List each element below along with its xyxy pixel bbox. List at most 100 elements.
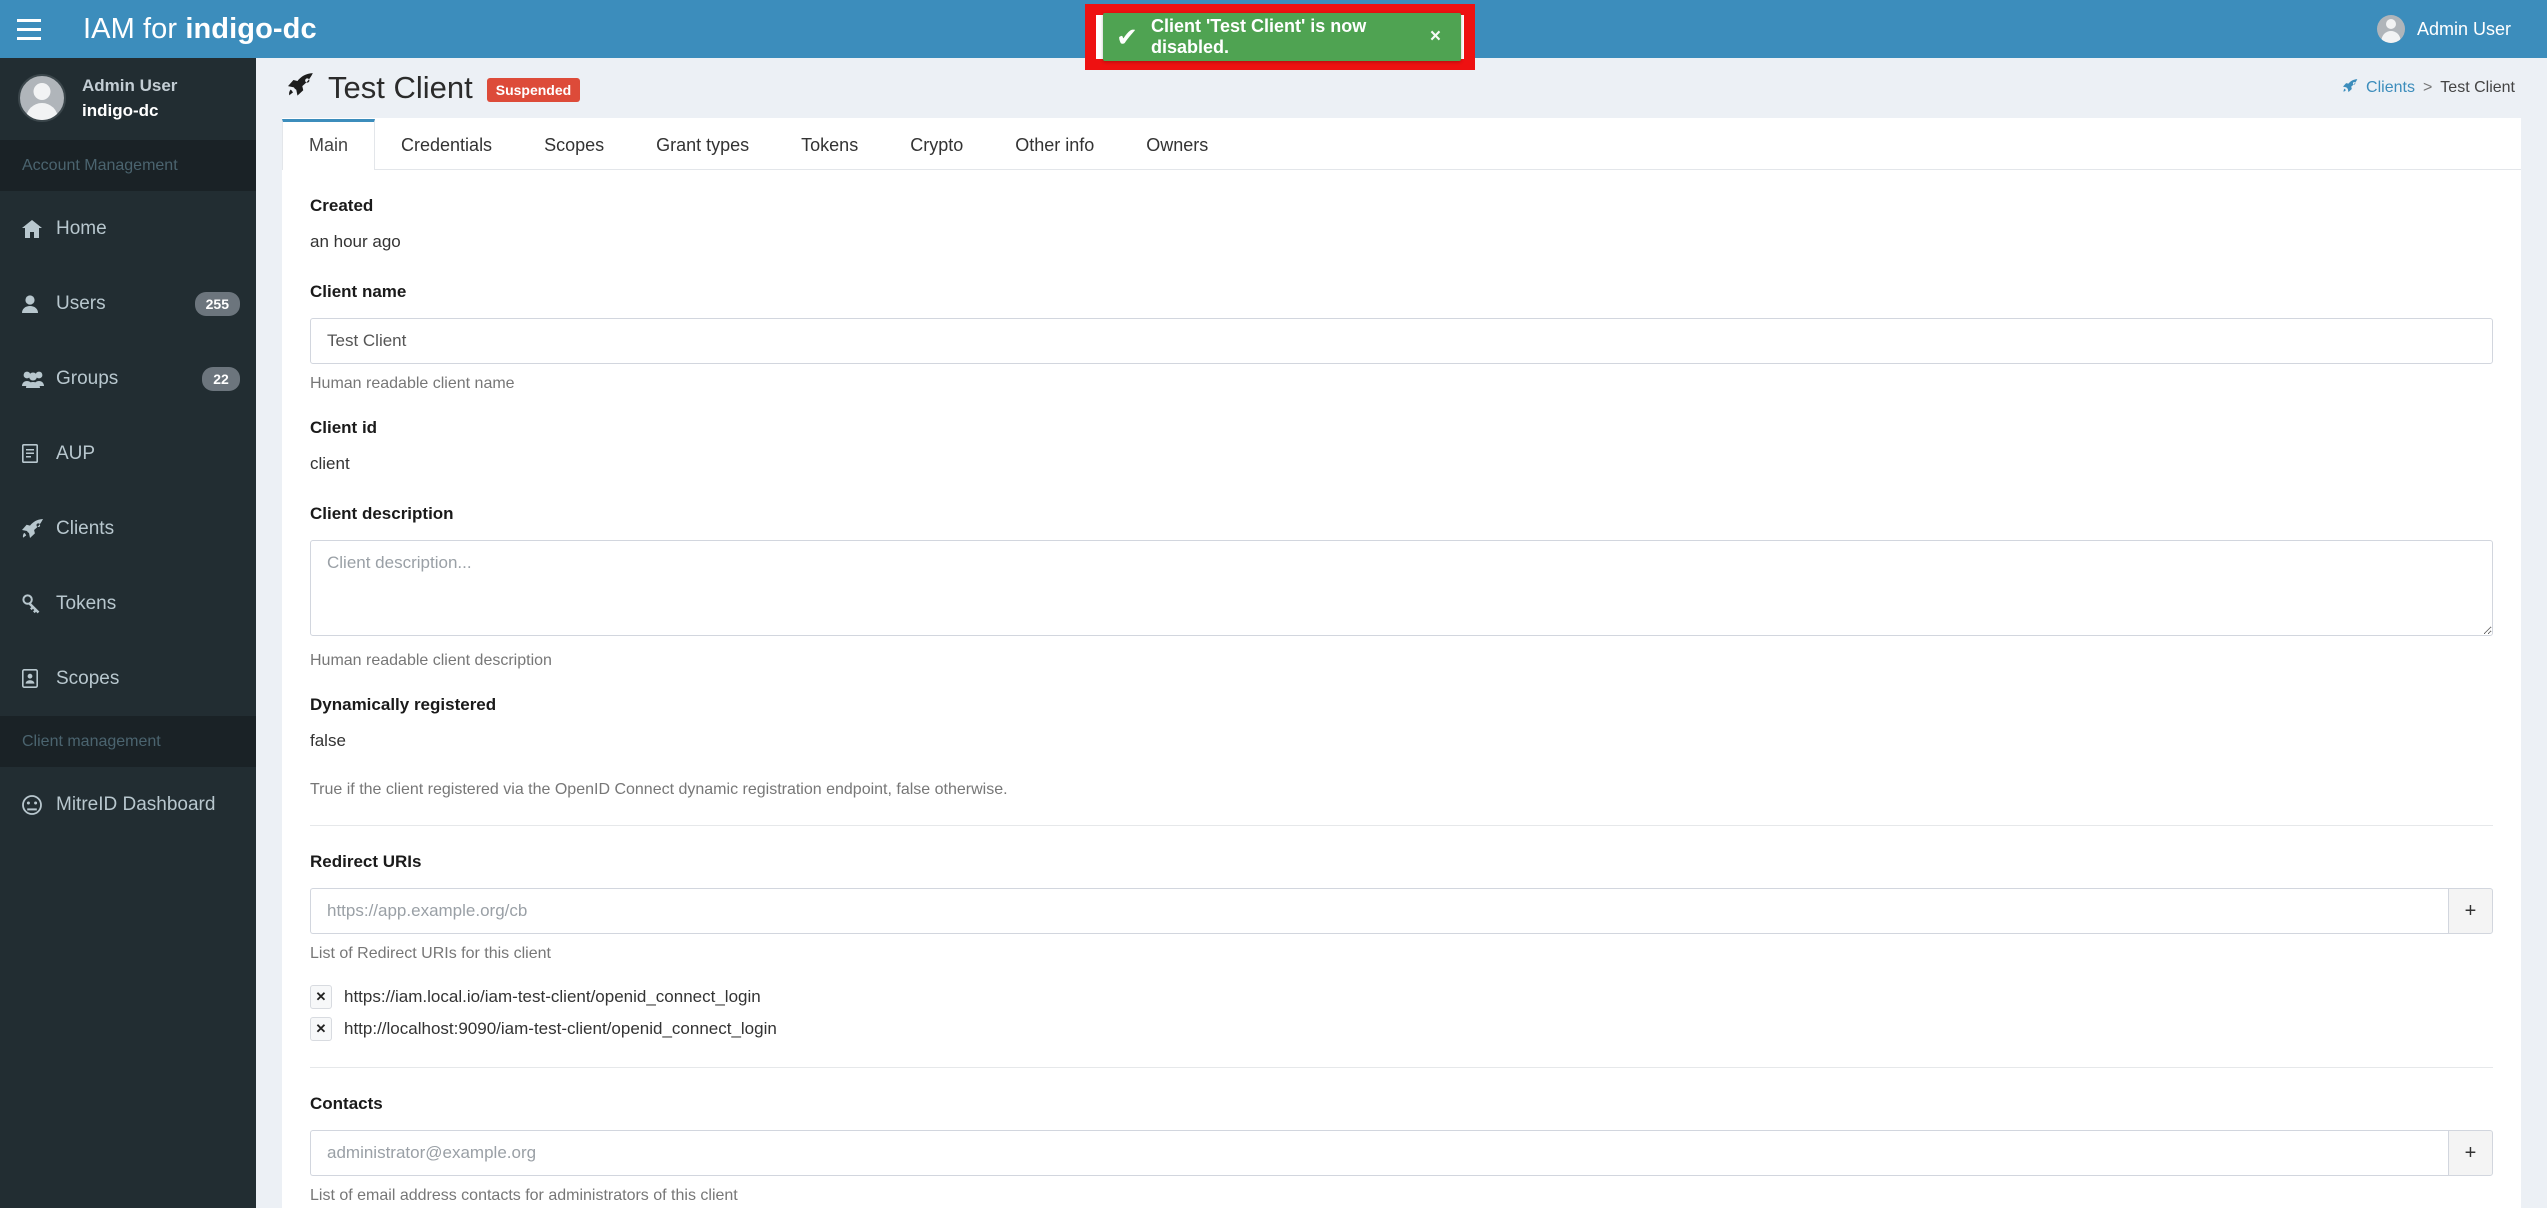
rocket-icon bbox=[2343, 79, 2358, 97]
sidebar-item-home[interactable]: Home bbox=[0, 191, 256, 266]
tab-tokens[interactable]: Tokens bbox=[775, 119, 884, 169]
client-id-label: Client id bbox=[310, 418, 378, 437]
sidebar-user-panel[interactable]: Admin User indigo-dc bbox=[0, 58, 256, 140]
sidebar-item-scopes[interactable]: Scopes bbox=[0, 641, 256, 716]
client-name-input[interactable] bbox=[310, 318, 2493, 364]
tab-main[interactable]: Main bbox=[282, 119, 376, 170]
tab-grant-types[interactable]: Grant types bbox=[630, 119, 775, 169]
client-description-textarea[interactable] bbox=[310, 540, 2493, 636]
plus-icon: + bbox=[2464, 1142, 2477, 1164]
brand-org: indigo-dc bbox=[185, 12, 317, 45]
tab-bar: Main Credentials Scopes Grant types Toke… bbox=[282, 118, 2521, 170]
user-icon bbox=[22, 294, 56, 313]
redirect-uri-input[interactable] bbox=[310, 888, 2448, 934]
rocket-icon bbox=[22, 518, 56, 539]
sidebar-item-label: AUP bbox=[56, 442, 96, 464]
tab-owners[interactable]: Owners bbox=[1120, 119, 1234, 169]
sidebar-item-tokens[interactable]: Tokens bbox=[0, 566, 256, 641]
tab-other-info[interactable]: Other info bbox=[989, 119, 1120, 169]
rocket-icon bbox=[288, 72, 314, 104]
toast-message: Client 'Test Client' is now disabled. bbox=[1151, 16, 1367, 57]
remove-redirect-uri-button[interactable]: ✕ bbox=[310, 985, 332, 1009]
redirect-uris-input-group: + bbox=[310, 888, 2493, 934]
sidebar-item-label: Clients bbox=[56, 517, 115, 539]
breadcrumb: Clients > Test Client bbox=[2343, 79, 2515, 97]
sidebar-item-label: Groups bbox=[56, 367, 119, 389]
client-id-value: client bbox=[310, 454, 350, 473]
client-description-help: Human readable client description bbox=[310, 652, 552, 669]
toast-close-button[interactable]: × bbox=[1420, 26, 1461, 48]
tab-scopes[interactable]: Scopes bbox=[518, 119, 630, 169]
sidebar-user-name: Admin User bbox=[82, 75, 178, 95]
contacts-help: List of email address contacts for admin… bbox=[310, 1187, 738, 1204]
sidebar-item-label: Scopes bbox=[56, 667, 120, 689]
redirect-uri-value: http://localhost:9090/iam-test-client/op… bbox=[344, 1019, 777, 1038]
list-item: ✕ https://iam.local.io/iam-test-client/o… bbox=[310, 985, 2493, 1009]
breadcrumb-current: Test Client bbox=[2440, 79, 2515, 96]
page-title: Test Client bbox=[328, 70, 473, 105]
client-name-help: Human readable client name bbox=[310, 375, 515, 392]
dynamically-registered-label: Dynamically registered bbox=[310, 695, 497, 714]
list-item: ✕ http://localhost:9090/iam-test-client/… bbox=[310, 1017, 2493, 1041]
sidebar-item-groups[interactable]: Groups 22 bbox=[0, 341, 256, 416]
breadcrumb-link-clients[interactable]: Clients bbox=[2366, 79, 2415, 97]
tab-credentials[interactable]: Credentials bbox=[375, 119, 518, 169]
client-name-label: Client name bbox=[310, 282, 407, 301]
created-value: an hour ago bbox=[310, 232, 401, 251]
sidebar-item-mitreid-dashboard[interactable]: MitreID Dashboard bbox=[0, 767, 256, 842]
sidebar-item-label: MitreID Dashboard bbox=[56, 793, 216, 815]
contact-input[interactable] bbox=[310, 1130, 2448, 1176]
created-label: Created bbox=[310, 196, 374, 215]
contacts-input-group: + bbox=[310, 1130, 2493, 1176]
contacts-label: Contacts bbox=[310, 1094, 383, 1113]
document-icon bbox=[22, 444, 56, 463]
sidebar-item-aup[interactable]: AUP bbox=[0, 416, 256, 491]
sidebar-user-org: indigo-dc bbox=[82, 100, 159, 120]
check-icon: ✔ bbox=[1116, 22, 1138, 52]
page-title-wrap: Test Client Suspended bbox=[288, 70, 581, 106]
dashboard-icon bbox=[22, 794, 56, 815]
id-badge-icon bbox=[22, 669, 56, 688]
users-icon bbox=[22, 370, 56, 388]
sidebar-item-label: Tokens bbox=[56, 592, 117, 614]
remove-redirect-uri-button[interactable]: ✕ bbox=[310, 1017, 332, 1041]
tab-crypto[interactable]: Crypto bbox=[884, 119, 989, 169]
client-form: Created an hour ago Client name Human re… bbox=[282, 170, 2521, 1208]
sidebar-badge-groups: 22 bbox=[202, 366, 240, 391]
avatar bbox=[2376, 15, 2405, 43]
client-description-label: Client description bbox=[310, 504, 454, 523]
key-icon bbox=[22, 593, 56, 614]
sidebar-item-label: Home bbox=[56, 217, 107, 239]
sidebar-item-users[interactable]: Users 255 bbox=[0, 266, 256, 341]
redirect-uris-help: List of Redirect URIs for this client bbox=[310, 945, 551, 962]
home-icon bbox=[22, 219, 56, 238]
plus-icon: + bbox=[2464, 900, 2477, 922]
redirect-uri-list: ✕ https://iam.local.io/iam-test-client/o… bbox=[310, 985, 2493, 1041]
brand-prefix: IAM for bbox=[83, 12, 186, 45]
divider bbox=[310, 825, 2493, 826]
sidebar-section-header-account-management: Account Management bbox=[0, 140, 256, 191]
topbar-user-menu[interactable]: Admin User bbox=[2365, 0, 2523, 58]
topbar-right-area: Admin User bbox=[2365, 0, 2547, 58]
dynamically-registered-help: True if the client registered via the Op… bbox=[310, 781, 1008, 798]
toast-notification: ✔ Client 'Test Client' is now disabled. … bbox=[1103, 13, 1461, 61]
dynamically-registered-value: false bbox=[310, 731, 346, 750]
breadcrumb-separator: > bbox=[2422, 79, 2433, 96]
add-contact-button[interactable]: + bbox=[2447, 1130, 2493, 1176]
app-brand[interactable]: IAM for indigo-dc bbox=[83, 13, 317, 46]
add-redirect-uri-button[interactable]: + bbox=[2447, 888, 2493, 934]
sidebar-section-header-client-management: Client management bbox=[0, 716, 256, 767]
divider bbox=[310, 1067, 2493, 1068]
redirect-uris-label: Redirect URIs bbox=[310, 852, 422, 871]
hamburger-icon bbox=[17, 16, 41, 43]
avatar bbox=[18, 74, 66, 122]
redirect-uri-value: https://iam.local.io/iam-test-client/ope… bbox=[344, 987, 761, 1006]
status-badge: Suspended bbox=[486, 78, 581, 102]
sidebar-badge-users: 255 bbox=[194, 291, 240, 316]
topbar-user-name: Admin User bbox=[2416, 18, 2511, 39]
sidebar-item-clients[interactable]: Clients bbox=[0, 491, 256, 566]
sidebar-item-label: Users bbox=[56, 292, 106, 314]
sidebar: Admin User indigo-dc Account Management … bbox=[0, 58, 256, 1208]
hamburger-menu-button[interactable] bbox=[0, 0, 58, 58]
main-content: Test Client Suspended Clients > Test Cli… bbox=[256, 58, 2547, 1208]
